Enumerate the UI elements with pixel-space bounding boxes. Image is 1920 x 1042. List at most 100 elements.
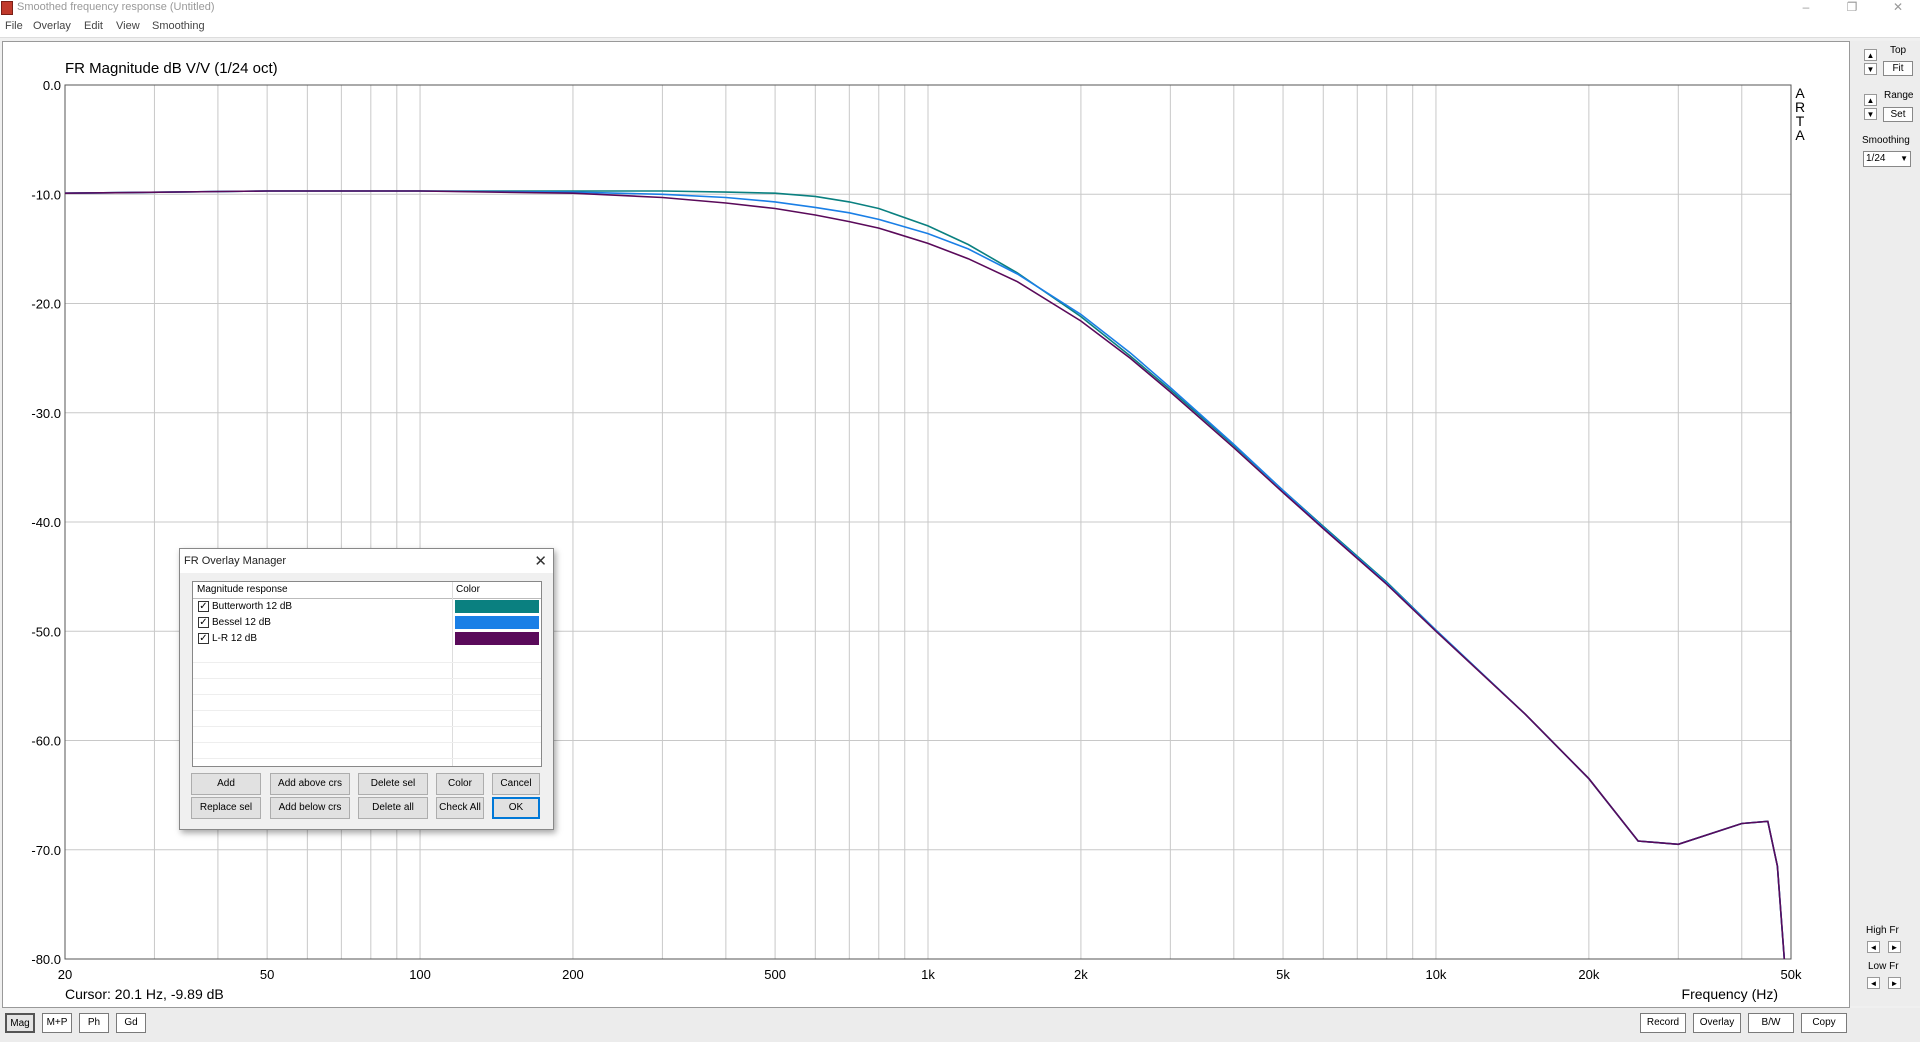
- row-divider: [193, 710, 541, 711]
- low-fr-left-arrow[interactable]: ◄: [1867, 977, 1880, 989]
- top-down-arrow[interactable]: ▼: [1864, 63, 1877, 75]
- add-above-crs-button[interactable]: Add above crs: [270, 773, 350, 795]
- row-checkbox[interactable]: ✓: [198, 617, 209, 628]
- menu-smoothing[interactable]: Smoothing: [152, 20, 205, 32]
- minimize-button[interactable]: –: [1788, 0, 1824, 17]
- add-button[interactable]: Add: [191, 773, 261, 795]
- delete-all-button[interactable]: Delete all: [358, 797, 428, 819]
- cursor-readout: Cursor: 20.1 Hz, -9.89 dB: [65, 986, 224, 1002]
- app-icon: [1, 1, 13, 15]
- tab-group-delay[interactable]: Gd: [116, 1013, 146, 1033]
- overlay-list[interactable]: Magnitude response Color ✓ Butterworth 1…: [192, 581, 542, 767]
- add-below-crs-button[interactable]: Add below crs: [270, 797, 350, 819]
- low-fr-right-arrow[interactable]: ►: [1888, 977, 1901, 989]
- y-tick-label: -50.0: [31, 624, 61, 639]
- row-divider: [193, 726, 541, 727]
- top-label: Top: [1890, 45, 1907, 56]
- y-tick-label: -20.0: [31, 297, 61, 312]
- col-magnitude-response[interactable]: Magnitude response: [197, 584, 288, 595]
- dialog-title: FR Overlay Manager: [184, 555, 287, 567]
- row-checkbox[interactable]: ✓: [198, 601, 209, 612]
- smoothing-value: 1/24: [1866, 153, 1886, 164]
- color-swatch[interactable]: [455, 632, 539, 645]
- row-label: Bessel 12 dB: [212, 617, 271, 628]
- smoothing-label: Smoothing: [1862, 135, 1910, 146]
- high-fr-right-arrow[interactable]: ►: [1888, 941, 1901, 953]
- chevron-down-icon: ▼: [1900, 154, 1908, 163]
- tab-phase[interactable]: Ph: [79, 1013, 109, 1033]
- x-tick-label: 2k: [1074, 967, 1088, 982]
- row-label: Butterworth 12 dB: [212, 601, 293, 612]
- smoothing-select[interactable]: 1/24 ▼: [1863, 151, 1911, 167]
- title-bar: Smoothed frequency response (Untitled) –…: [0, 0, 1920, 17]
- row-divider: [193, 758, 541, 759]
- x-tick-label: 20k: [1578, 967, 1599, 982]
- row-divider: [193, 694, 541, 695]
- color-swatch[interactable]: [455, 616, 539, 629]
- bw-button[interactable]: B/W: [1748, 1013, 1794, 1033]
- list-header: Magnitude response Color: [193, 582, 541, 599]
- close-button[interactable]: ✕: [1880, 0, 1916, 17]
- list-item[interactable]: ✓ L-R 12 dB: [193, 630, 541, 646]
- ok-button[interactable]: OK: [492, 797, 540, 819]
- dialog-close-icon[interactable]: ✕: [534, 552, 547, 570]
- tab-mag[interactable]: Mag: [5, 1013, 35, 1033]
- tab-mag-phase[interactable]: M+P: [42, 1013, 72, 1033]
- check-all-button[interactable]: Check All: [436, 797, 484, 819]
- row-divider: [193, 662, 541, 663]
- x-tick-label: 50k: [1781, 967, 1802, 982]
- x-tick-label: 1k: [921, 967, 935, 982]
- range-up-arrow[interactable]: ▲: [1864, 94, 1877, 106]
- cancel-button[interactable]: Cancel: [492, 773, 540, 795]
- y-tick-label: 0.0: [43, 78, 61, 93]
- delete-sel-button[interactable]: Delete sel: [358, 773, 428, 795]
- menu-overlay[interactable]: Overlay: [33, 20, 71, 32]
- fit-button[interactable]: Fit: [1883, 61, 1913, 76]
- x-tick-label: 100: [409, 967, 431, 982]
- y-tick-label: -10.0: [31, 187, 61, 202]
- row-label: L-R 12 dB: [212, 633, 258, 644]
- record-button[interactable]: Record: [1640, 1013, 1686, 1033]
- arta-watermark: ARTA: [1795, 85, 1805, 143]
- overlay-button[interactable]: Overlay: [1693, 1013, 1741, 1033]
- range-label: Range: [1884, 90, 1914, 101]
- low-fr-label: Low Fr: [1868, 961, 1899, 972]
- overlay-manager-dialog: FR Overlay Manager ✕ Magnitude response …: [179, 548, 554, 830]
- menu-bar: File Overlay Edit View Smoothing: [0, 17, 1920, 38]
- watermark-letter: A: [1795, 127, 1805, 143]
- x-tick-label: 10k: [1425, 967, 1446, 982]
- bottom-toolbar: Mag M+P Ph Gd Record Overlay B/W Copy: [0, 1008, 1920, 1042]
- x-axis-label: Frequency (Hz): [1682, 986, 1778, 1002]
- set-button[interactable]: Set: [1883, 107, 1913, 122]
- top-up-arrow[interactable]: ▲: [1864, 49, 1877, 61]
- color-button[interactable]: Color: [436, 773, 484, 795]
- dialog-title-bar[interactable]: FR Overlay Manager ✕: [180, 549, 553, 573]
- copy-button[interactable]: Copy: [1801, 1013, 1847, 1033]
- high-fr-label: High Fr: [1866, 925, 1899, 936]
- list-item[interactable]: ✓ Bessel 12 dB: [193, 614, 541, 630]
- restore-button[interactable]: ❐: [1834, 0, 1870, 17]
- chart-title: FR Magnitude dB V/V (1/24 oct): [65, 60, 278, 77]
- row-divider: [193, 742, 541, 743]
- y-tick-label: -30.0: [31, 406, 61, 421]
- y-tick-label: -40.0: [31, 515, 61, 530]
- list-item[interactable]: ✓ Butterworth 12 dB: [193, 598, 541, 614]
- col-color[interactable]: Color: [456, 584, 480, 595]
- x-tick-label: 50: [260, 967, 274, 982]
- color-swatch[interactable]: [455, 600, 539, 613]
- frequency-response-chart[interactable]: 0.0 -10.0 -20.0 -30.0 -40.0 -50.0 -60.0 -70.0 -8…: [3, 42, 1849, 1007]
- x-tick-label: 500: [764, 967, 786, 982]
- menu-file[interactable]: File: [5, 20, 23, 32]
- row-divider: [193, 678, 541, 679]
- plot-panel[interactable]: 0.0 -10.0 -20.0 -30.0 -40.0 -50.0 -60.0 -70.0 -8…: [2, 41, 1850, 1008]
- range-down-arrow[interactable]: ▼: [1864, 108, 1877, 120]
- y-tick-label: -60.0: [31, 734, 61, 749]
- menu-edit[interactable]: Edit: [84, 20, 103, 32]
- high-fr-left-arrow[interactable]: ◄: [1867, 941, 1880, 953]
- row-checkbox[interactable]: ✓: [198, 633, 209, 644]
- window-title: Smoothed frequency response (Untitled): [17, 1, 215, 13]
- y-tick-label: -80.0: [31, 952, 61, 967]
- y-tick-label: -70.0: [31, 843, 61, 858]
- replace-sel-button[interactable]: Replace sel: [191, 797, 261, 819]
- menu-view[interactable]: View: [116, 20, 140, 32]
